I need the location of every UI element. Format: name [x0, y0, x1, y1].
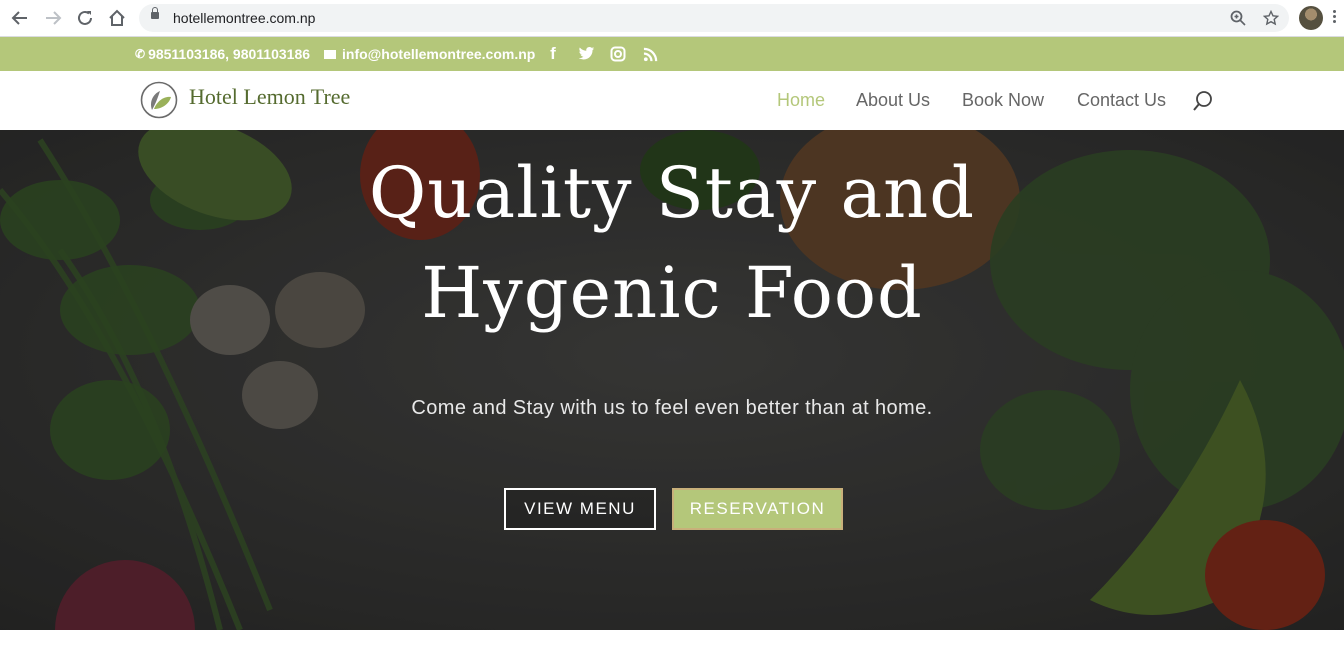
hero-title-line2: Hygenic Food [421, 252, 923, 334]
browser-toolbar: hotellemontree.com.np [0, 0, 1344, 37]
facebook-icon[interactable]: f [543, 44, 563, 64]
zoom-icon[interactable] [1228, 8, 1248, 28]
home-icon[interactable] [105, 6, 129, 30]
mail-icon [324, 49, 336, 59]
nav-book-now[interactable]: Book Now [962, 90, 1044, 111]
view-menu-button[interactable]: VIEW MENU [504, 488, 656, 530]
url-text: hotellemontree.com.np [173, 10, 316, 26]
rss-icon[interactable] [640, 44, 660, 64]
hero-subtitle: Come and Stay with us to feel even bette… [411, 397, 933, 419]
logo-text[interactable]: Hotel Lemon Tree [189, 84, 350, 110]
nav-about-us[interactable]: About Us [856, 90, 930, 111]
top-contact-bar: ✆ 9851103186, 9801103186 info@hotellemon… [0, 37, 1344, 71]
email-text: info@hotellemontree.com.np [342, 46, 536, 62]
twitter-icon[interactable] [576, 44, 596, 64]
avatar[interactable] [1299, 6, 1323, 30]
logo-icon[interactable] [140, 81, 178, 119]
phone-contact[interactable]: ✆ 9851103186, 9801103186 [135, 37, 310, 71]
star-icon[interactable] [1261, 8, 1281, 28]
hero-section: Quality Stay and Hygenic Food Come and S… [0, 130, 1344, 630]
instagram-icon[interactable] [608, 44, 628, 64]
reservation-button[interactable]: RESERVATION [672, 488, 843, 530]
menu-icon[interactable] [1333, 10, 1336, 26]
nav-contact-us[interactable]: Contact Us [1077, 90, 1166, 111]
reload-icon[interactable] [73, 6, 97, 30]
phone-icon: ✆ [135, 47, 146, 61]
hero-title-line1: Quality Stay and [368, 152, 976, 234]
address-bar[interactable]: hotellemontree.com.np [139, 4, 1289, 32]
page-below-hero [0, 630, 1344, 668]
back-icon[interactable] [8, 6, 32, 30]
search-icon[interactable] [1192, 90, 1214, 112]
lock-icon [151, 7, 159, 19]
nav-home[interactable]: Home [777, 90, 825, 111]
site-header: Hotel Lemon Tree Home About Us Book Now … [0, 71, 1344, 130]
forward-icon[interactable] [41, 6, 65, 30]
phone-text: 9851103186, 9801103186 [148, 46, 311, 62]
email-contact[interactable]: info@hotellemontree.com.np [324, 37, 535, 71]
